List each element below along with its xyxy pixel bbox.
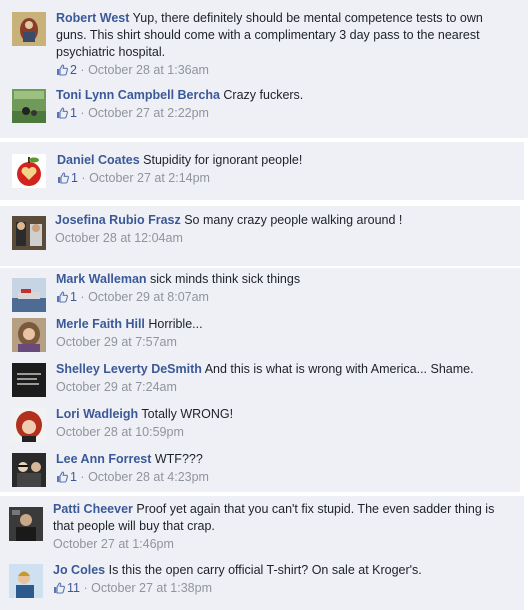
like-number: 2 (70, 63, 77, 77)
comment-meta: 2 · October 28 at 1:36am (56, 62, 508, 81)
comment-text: WTF??? (154, 452, 203, 466)
separator-dot: · (76, 63, 89, 77)
avatar[interactable] (9, 507, 43, 541)
comment-body: Josefina Rubio Frasz So many crazy peopl… (55, 212, 507, 247)
like-number: 1 (71, 171, 78, 185)
separator-dot: · (79, 581, 92, 595)
thumbs-up-icon (56, 471, 68, 488)
commenter-name[interactable]: Lori Wadleigh (56, 407, 138, 421)
comment-timestamp[interactable]: October 27 at 1:46pm (53, 537, 174, 551)
comment-body: Merle Faith Hill Horrible... October 29 a… (56, 316, 508, 351)
comment-meta: 1 · October 29 at 8:07am (56, 289, 508, 308)
avatar[interactable] (9, 564, 43, 598)
commenter-name[interactable]: Robert West (56, 11, 129, 25)
comment-text: Is this the open carry official T-shirt?… (108, 563, 422, 577)
comment-timestamp[interactable]: October 28 at 10:59pm (56, 425, 184, 439)
avatar[interactable] (12, 154, 46, 188)
comment-text: Crazy fuckers. (223, 88, 304, 102)
comment-body: Lori Wadleigh Totally WRONG! October 28 a… (56, 406, 508, 441)
comment-meta: October 28 at 10:59pm (56, 424, 508, 441)
comment-group: Josefina Rubio Frasz So many crazy peopl… (0, 206, 520, 266)
commenter-name[interactable]: Josefina Rubio Frasz (55, 213, 181, 227)
comment-group: Patti Cheever Proof yet again that you c… (0, 496, 524, 610)
comment-text: And this is what is wrong with America..… (204, 362, 474, 376)
commenter-name[interactable]: Mark Walleman (56, 272, 147, 286)
thumbs-up-icon (53, 582, 65, 599)
like-count[interactable]: 11 (53, 581, 80, 595)
separator-dot: · (76, 106, 89, 120)
comment-body: Patti Cheever Proof yet again that you c… (53, 501, 505, 553)
thumbs-up-icon (56, 64, 68, 81)
like-count[interactable]: 1 (56, 470, 77, 484)
comment-timestamp[interactable]: October 28 at 1:36am (88, 63, 209, 77)
comment-timestamp[interactable]: October 28 at 4:23pm (88, 470, 209, 484)
like-number: 1 (70, 470, 77, 484)
comment-text: sick minds think sick things (150, 272, 301, 286)
comment-body: Mark Walleman sick minds think sick thin… (56, 271, 508, 308)
thumbs-up-icon (56, 107, 68, 124)
comment-body: Shelley Leverty DeSmith And this is what… (56, 361, 508, 396)
comment-timestamp[interactable]: October 27 at 2:14pm (89, 171, 210, 185)
avatar[interactable] (12, 453, 46, 487)
like-count[interactable]: 1 (56, 290, 77, 304)
comment-meta: October 29 at 7:24am (56, 379, 508, 396)
comment-meta: 11 · October 27 at 1:38pm (53, 580, 505, 599)
thumbs-up-icon (56, 291, 68, 308)
avatar[interactable] (12, 12, 46, 46)
avatar[interactable] (12, 89, 46, 123)
thumbs-up-icon (57, 172, 69, 189)
comment-meta: 1 · October 27 at 2:14pm (57, 170, 509, 189)
avatar[interactable] (12, 363, 46, 397)
comment-text: Totally WRONG! (141, 407, 234, 421)
comment-text: Stupidity for ignorant people! (143, 153, 303, 167)
comment-meta: 1 · October 27 at 2:22pm (56, 105, 508, 124)
comment-body: Lee Ann Forrest WTF??? 1 · October 28 at … (56, 451, 508, 488)
comment-meta: October 27 at 1:46pm (53, 536, 505, 553)
like-number: 1 (70, 290, 77, 304)
like-count[interactable]: 1 (57, 171, 78, 185)
separator-dot: · (76, 290, 89, 304)
comment-timestamp[interactable]: October 29 at 7:57am (56, 335, 177, 349)
commenter-name[interactable]: Lee Ann Forrest (56, 452, 151, 466)
separator-dot: · (76, 470, 89, 484)
commenter-name[interactable]: Merle Faith Hill (56, 317, 145, 331)
comment-timestamp[interactable]: October 29 at 8:07am (88, 290, 209, 304)
comment-group: Daniel Coates Stupidity for ignorant peo… (0, 142, 524, 200)
comment-timestamp[interactable]: October 28 at 12:04am (55, 231, 183, 245)
like-number: 1 (70, 106, 77, 120)
separator-dot: · (77, 171, 90, 185)
comment-timestamp[interactable]: October 27 at 2:22pm (88, 106, 209, 120)
comment-meta: October 29 at 7:57am (56, 334, 508, 351)
avatar[interactable] (12, 216, 46, 250)
comment-body: Jo Coles Is this the open carry official… (53, 562, 505, 599)
commenter-name[interactable]: Shelley Leverty DeSmith (56, 362, 202, 376)
comment-group: Mark Walleman sick minds think sick thin… (0, 268, 520, 492)
comment-body: Daniel Coates Stupidity for ignorant peo… (57, 152, 509, 189)
like-count[interactable]: 1 (56, 106, 77, 120)
commenter-name[interactable]: Daniel Coates (57, 153, 140, 167)
avatar[interactable] (12, 408, 46, 442)
comment-group: Robert West Yup, there definitely should… (0, 0, 528, 138)
commenter-name[interactable]: Jo Coles (53, 563, 105, 577)
comment-meta: 1 · October 28 at 4:23pm (56, 469, 508, 488)
commenter-name[interactable]: Patti Cheever (53, 502, 133, 516)
comment-text: So many crazy people walking around ! (184, 213, 403, 227)
comment-body: Robert West Yup, there definitely should… (56, 10, 508, 81)
commenter-name[interactable]: Toni Lynn Campbell Bercha (56, 88, 220, 102)
like-count[interactable]: 2 (56, 63, 77, 77)
comment-text: Horrible... (148, 317, 203, 331)
avatar[interactable] (12, 318, 46, 352)
comment-thread: Robert West Yup, there definitely should… (0, 0, 530, 610)
comment-meta: October 28 at 12:04am (55, 230, 507, 247)
comment-body: Toni Lynn Campbell Bercha Crazy fuckers.… (56, 87, 508, 124)
avatar[interactable] (12, 278, 46, 312)
like-number: 11 (67, 581, 80, 595)
comment-timestamp[interactable]: October 29 at 7:24am (56, 380, 177, 394)
comment-timestamp[interactable]: October 27 at 1:38pm (91, 581, 212, 595)
